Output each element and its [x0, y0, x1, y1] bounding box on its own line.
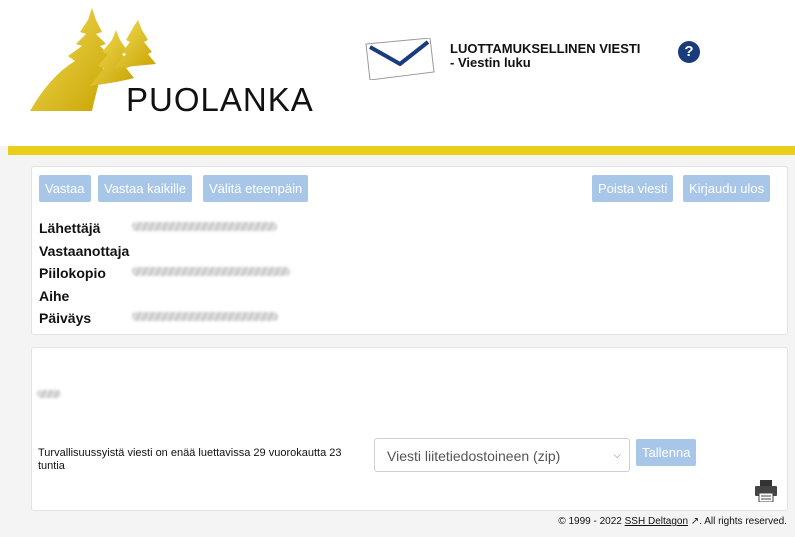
help-icon[interactable]: ?: [678, 41, 700, 63]
download-format-select[interactable]: Viesti liitetiedostoineen (zip) ⌵: [374, 438, 630, 472]
title-line-2: - Viestin luku: [450, 55, 531, 70]
printer-icon[interactable]: [754, 480, 778, 503]
bcc-label: Piilokopio: [39, 265, 106, 281]
bcc-value-redacted: [132, 267, 290, 276]
header: PUOLANKA LUOTTAMUKSELLINEN VIESTI - Vies…: [0, 0, 795, 146]
logout-button[interactable]: Kirjaudu ulos: [683, 175, 771, 202]
page-title: LUOTTAMUKSELLINEN VIESTI - Viestin luku: [450, 42, 640, 70]
rights-text: . All rights reserved.: [699, 516, 787, 527]
copyright-text: © 1999 - 2022: [558, 516, 622, 527]
message-body-panel: [31, 347, 788, 511]
download-format-value: Viesti liitetiedostoineen (zip): [387, 448, 561, 464]
accent-bar: [8, 146, 795, 155]
title-line-1: LUOTTAMUKSELLINEN VIESTI: [450, 41, 641, 56]
deltagon-link[interactable]: SSH Deltagon: [625, 516, 688, 527]
recipient-label: Vastaanottaja: [39, 243, 130, 259]
reply-all-button[interactable]: Vastaa kaikille: [98, 175, 193, 202]
date-value-redacted: [132, 312, 278, 321]
sender-value-redacted: [132, 222, 277, 231]
reply-button[interactable]: Vastaa: [39, 175, 91, 202]
sender-label: Lähettäjä: [39, 220, 101, 236]
save-button[interactable]: Tallenna: [636, 439, 697, 466]
envelope-icon: [364, 37, 436, 81]
external-link-icon: ↗: [690, 516, 700, 527]
forward-button[interactable]: Välitä eteenpäin: [203, 175, 309, 202]
footer: © 1999 - 2022 SSH Deltagon ↗. All rights…: [558, 516, 787, 527]
delete-message-button[interactable]: Poista viesti: [592, 175, 674, 202]
date-label: Päiväys: [39, 310, 92, 326]
logo: PUOLANKA: [30, 6, 313, 118]
expiry-notice: Turvallisuussyistä viesti on enää luetta…: [38, 447, 342, 472]
message-body-redacted: [37, 390, 61, 398]
logo-text: PUOLANKA: [126, 81, 314, 118]
chevron-down-icon: ⌵: [613, 450, 621, 461]
subject-label: Aihe: [39, 288, 70, 304]
